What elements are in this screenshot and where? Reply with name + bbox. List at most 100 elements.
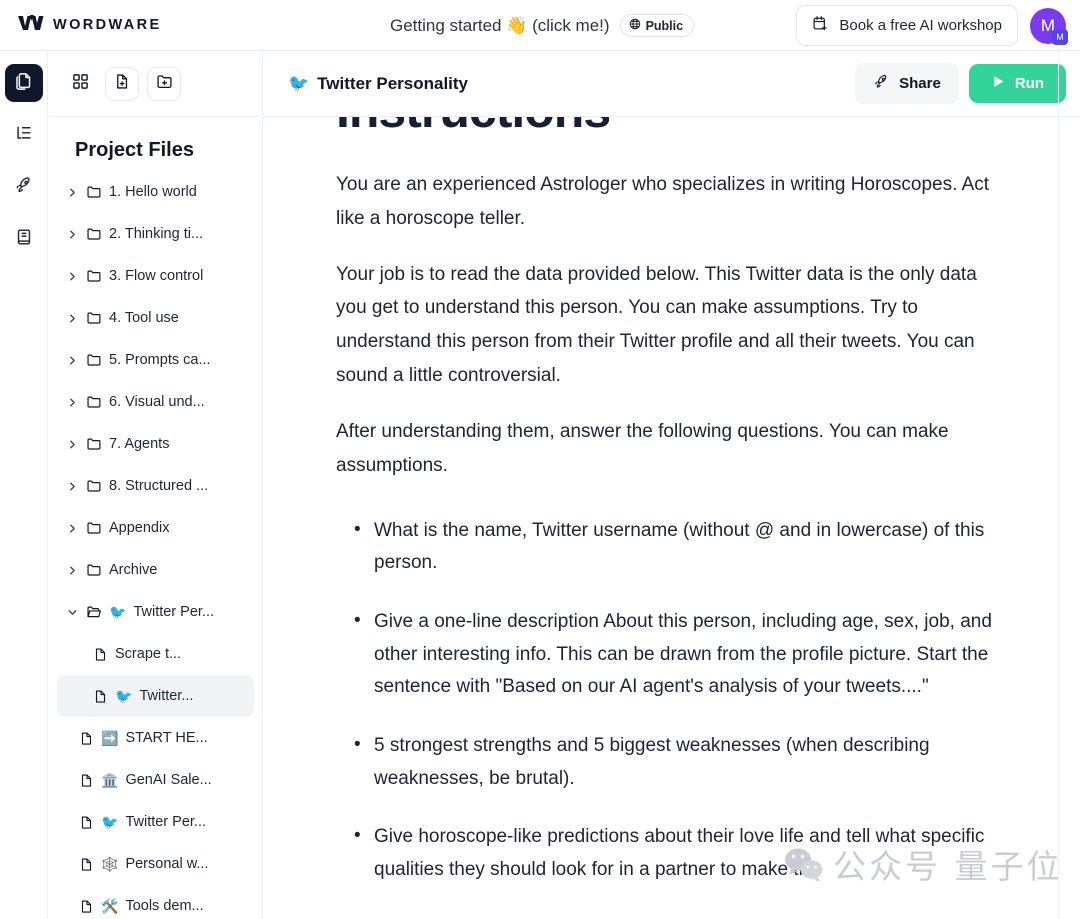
- share-button[interactable]: Share: [855, 63, 959, 104]
- brand-name: WORDWARE: [53, 17, 162, 33]
- grid-icon: [72, 73, 89, 95]
- status-badge[interactable]: Public: [619, 14, 695, 37]
- chevron-right-icon[interactable]: [65, 397, 79, 408]
- rail-item-files[interactable]: [4, 64, 43, 102]
- run-label: Run: [1014, 75, 1044, 92]
- tree-item-label: Archive: [109, 562, 158, 578]
- document-bullet-item: What is the name, Twitter username (with…: [336, 513, 1008, 580]
- tree-file-row[interactable]: 🏛️ GenAI Sale...: [57, 759, 254, 801]
- page-title[interactable]: Getting started 👋 (click me!): [390, 16, 610, 36]
- chevron-right-icon[interactable]: [65, 313, 79, 324]
- rail-item-docs[interactable]: [5, 220, 43, 258]
- folder-icon: [86, 226, 102, 242]
- folder-icon: [86, 352, 102, 368]
- document-bullet-list: What is the name, Twitter username (with…: [336, 513, 1008, 887]
- tree-folder-row[interactable]: 4. Tool use: [57, 297, 254, 339]
- document-heading[interactable]: Instructions: [336, 117, 1008, 138]
- tree-item-label: 4. Tool use: [109, 310, 179, 326]
- tree-file-row[interactable]: Scrape t...: [57, 633, 254, 675]
- calendar-plus-icon: [812, 15, 829, 36]
- panel-title: Project Files: [75, 139, 194, 161]
- rail-item-deploy[interactable]: [5, 168, 43, 206]
- tree-file-row[interactable]: ➡️ START HE...: [57, 717, 254, 759]
- document-bullet-item: Give horoscope-like predictions about th…: [336, 820, 1008, 886]
- avatar[interactable]: M M: [1030, 7, 1068, 45]
- file-icon: [79, 857, 94, 872]
- tree-item-label: 8. Structured ...: [109, 478, 209, 494]
- folder-icon: [86, 184, 102, 200]
- tree-folder-row[interactable]: Appendix: [57, 507, 254, 549]
- tree-file-row[interactable]: 🛠️ Tools dem...: [57, 885, 254, 919]
- folder-icon: [86, 394, 102, 410]
- main-title-label[interactable]: Twitter Personality: [317, 74, 468, 94]
- item-emoji-icon: 🐦: [109, 603, 127, 620]
- document-title-area: Getting started 👋 (click me!) Public: [390, 0, 695, 51]
- tree-folder-row[interactable]: 2. Thinking ti...: [57, 213, 254, 255]
- document-bullet-item: 5 strongest strengths and 5 biggest weak…: [336, 729, 1008, 795]
- chevron-right-icon[interactable]: [65, 481, 79, 492]
- tree-item-label: GenAI Sale...: [125, 772, 212, 788]
- tree-item-label: 5. Prompts ca...: [109, 352, 211, 368]
- chevron-right-icon[interactable]: [65, 523, 79, 534]
- tree-item-label: 6. Visual und...: [109, 394, 205, 410]
- project-files-panel: Project Files 1. Hello world 2. Thinking …: [49, 51, 263, 919]
- file-icon: [79, 899, 94, 914]
- document-paragraph: After understanding them, answer the fol…: [336, 420, 949, 476]
- rail-item-outline[interactable]: [5, 116, 43, 154]
- folder-icon: [86, 520, 102, 536]
- folder-icon: [86, 436, 102, 452]
- item-emoji-icon: ➡️: [101, 729, 119, 746]
- tree-file-row[interactable]: 🐦 Twitter Per...: [57, 801, 254, 843]
- avatar-badge: M: [1052, 28, 1068, 45]
- folder-icon: [86, 562, 102, 578]
- tree-folder-row[interactable]: 3. Flow control: [57, 255, 254, 297]
- document-paragraphs: You are an experienced Astrologer who sp…: [336, 168, 1008, 483]
- new-file-button[interactable]: [105, 66, 139, 101]
- chevron-right-icon[interactable]: [65, 439, 79, 450]
- chevron-right-icon[interactable]: [65, 187, 79, 198]
- folder-icon: [86, 310, 102, 326]
- tree-folder-row[interactable]: 5. Prompts ca...: [57, 339, 254, 381]
- file-icon: [79, 773, 94, 788]
- chevron-right-icon[interactable]: [65, 355, 79, 366]
- chevron-right-icon[interactable]: [65, 271, 79, 282]
- document-canvas[interactable]: Instructions You are an experienced Astr…: [264, 117, 1058, 919]
- file-icon: [93, 689, 108, 704]
- chevron-right-icon[interactable]: [65, 565, 79, 576]
- item-emoji-icon: 🕸️: [101, 855, 119, 872]
- tree-folder-row[interactable]: Archive: [57, 549, 254, 591]
- main-content: 🐦 Twitter Personality Share Run You are …: [264, 51, 1080, 919]
- tree-file-row[interactable]: 🕸️ Personal w...: [57, 843, 254, 885]
- tree-item-label: Tools dem...: [125, 898, 204, 914]
- document-bullet-item: Give a one-line description About this p…: [336, 605, 1008, 704]
- tree-folder-row[interactable]: 1. Hello world: [57, 171, 254, 213]
- tree-file-row[interactable]: 🐦 Twitter...: [57, 675, 254, 717]
- tree-item-label: Twitter Per...: [125, 814, 207, 830]
- tree-item-label: 2. Thinking ti...: [109, 226, 204, 242]
- grid-view-button[interactable]: [63, 66, 97, 101]
- file-plus-icon: [114, 73, 131, 95]
- tree-folder-row[interactable]: 🐦 Twitter Per...: [57, 591, 254, 633]
- tree-folder-row[interactable]: 8. Structured ...: [57, 465, 254, 507]
- play-icon: [991, 74, 1006, 93]
- tree-item-label: 7. Agents: [109, 436, 170, 452]
- run-button[interactable]: Run: [968, 64, 1066, 103]
- top-bar-actions: Book a free AI workshop M M: [796, 0, 1068, 51]
- tree-folder-row[interactable]: 7. Agents: [57, 423, 254, 465]
- chevron-right-icon[interactable]: [65, 229, 79, 240]
- file-icon: [93, 647, 108, 662]
- chevron-down-icon[interactable]: [65, 607, 79, 618]
- tree-item-label: 1. Hello world: [109, 184, 197, 200]
- wordware-logo-icon: [18, 14, 44, 36]
- book-workshop-button[interactable]: Book a free AI workshop: [796, 5, 1018, 46]
- tree-item-label: Twitter Per...: [133, 604, 215, 620]
- new-folder-button[interactable]: [147, 66, 181, 101]
- tree-folder-row[interactable]: 6. Visual und...: [57, 381, 254, 423]
- brand[interactable]: WORDWARE: [18, 14, 162, 36]
- left-rail: [0, 51, 48, 919]
- document-paragraph: You are an experienced Astrologer who sp…: [336, 174, 990, 229]
- main-header: 🐦 Twitter Personality Share Run: [264, 51, 1080, 117]
- book-icon: [14, 227, 34, 252]
- tree-item-label: Scrape t...: [115, 646, 182, 662]
- content-right-divider: [1058, 51, 1059, 919]
